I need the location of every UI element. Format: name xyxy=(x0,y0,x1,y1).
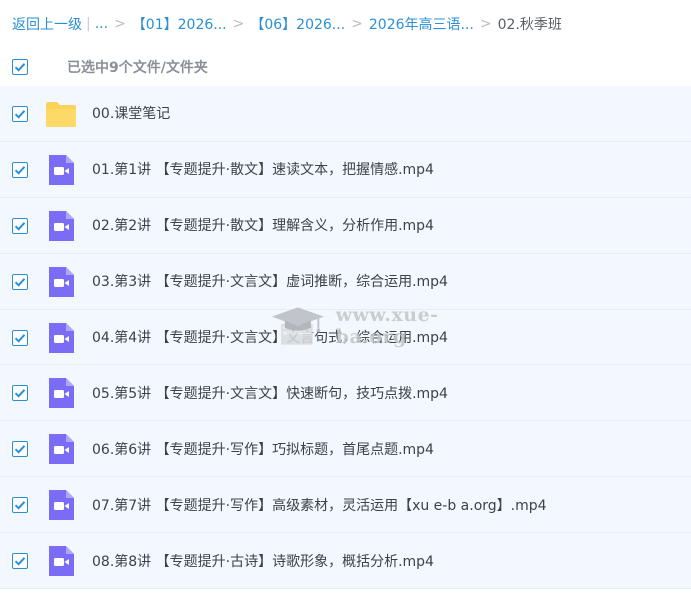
video-file-icon xyxy=(49,378,74,409)
list-item[interactable]: 04.第4讲 【专题提升·文言文】文言句式，综合运用.mp4 xyxy=(0,309,691,366)
list-item[interactable]: 03.第3讲 【专题提升·文言文】虚词推断，综合运用.mp4 xyxy=(0,253,691,310)
video-file-icon xyxy=(49,322,74,353)
checkmark-icon xyxy=(14,277,26,287)
list-item[interactable]: 08.第8讲 【专题提升·古诗】诗歌形象，概括分析.mp4 xyxy=(0,533,691,590)
file-name[interactable]: 01.第1讲 【专题提升·散文】速读文本，把握情感.mp4 xyxy=(92,159,434,179)
folder-icon xyxy=(46,102,76,127)
breadcrumb-current: 02.秋季班 xyxy=(497,17,562,33)
breadcrumb-pipe: | xyxy=(86,16,91,32)
row-checkbox[interactable] xyxy=(12,161,28,178)
back-link[interactable]: 返回上一级 xyxy=(12,14,82,34)
breadcrumb-item[interactable]: 2026年高三语... xyxy=(369,14,474,34)
row-checkbox[interactable] xyxy=(12,273,28,290)
list-item[interactable]: 06.第6讲 【专题提升·写作】巧拟标题，首尾点题.mp4 xyxy=(0,421,691,478)
selection-count-text: 已选中9个文件/文件夹 xyxy=(67,60,208,76)
row-checkbox[interactable] xyxy=(12,106,28,122)
checkmark-icon xyxy=(14,221,26,231)
video-file-icon xyxy=(49,210,74,241)
row-checkbox[interactable] xyxy=(12,217,28,234)
file-name[interactable]: 08.第8讲 【专题提升·古诗】诗歌形象，概括分析.mp4 xyxy=(92,551,434,571)
list-item[interactable]: 01.第1讲 【专题提升·散文】速读文本，把握情感.mp4 xyxy=(0,141,691,198)
file-name[interactable]: 00.课堂笔记 xyxy=(92,103,170,123)
video-file-icon xyxy=(49,434,74,465)
row-checkbox[interactable] xyxy=(12,441,28,458)
row-checkbox[interactable] xyxy=(12,329,28,346)
checkmark-icon xyxy=(14,333,26,343)
breadcrumb-ellipsis[interactable]: ... xyxy=(95,16,108,32)
breadcrumb-separator: > xyxy=(479,16,492,32)
file-name[interactable]: 03.第3讲 【专题提升·文言文】虚词推断，综合运用.mp4 xyxy=(92,271,448,291)
file-name[interactable]: 02.第2讲 【专题提升·散文】理解含义，分析作用.mp4 xyxy=(92,215,434,235)
breadcrumb-separator: > xyxy=(351,16,363,32)
list-item[interactable]: 05.第5讲 【专题提升·文言文】快速断句，技巧点拨.mp4 xyxy=(0,365,691,422)
file-name[interactable]: 05.第5讲 【专题提升·文言文】快速断句，技巧点拨.mp4 xyxy=(92,383,448,403)
video-file-icon xyxy=(49,490,74,521)
video-file-icon xyxy=(49,546,74,577)
checkmark-icon xyxy=(14,557,26,566)
select-all-checkbox[interactable] xyxy=(12,59,28,75)
file-name[interactable]: 04.第4讲 【专题提升·文言文】文言句式，综合运用.mp4 xyxy=(92,327,448,347)
breadcrumb-separator: > xyxy=(232,16,245,32)
file-name[interactable]: 07.第7讲 【专题提升·写作】高级素材，灵活运用【xu e-b a.org】.… xyxy=(92,495,547,515)
video-file-icon xyxy=(49,266,74,297)
checkmark-icon xyxy=(14,110,26,119)
row-checkbox[interactable] xyxy=(12,497,28,514)
checkmark-icon xyxy=(14,445,26,454)
video-file-icon xyxy=(49,154,74,185)
breadcrumb-item[interactable]: 【01】2026... xyxy=(132,14,227,34)
breadcrumb-item[interactable]: 【06】2026... xyxy=(250,14,345,34)
file-name[interactable]: 06.第6讲 【专题提升·写作】巧拟标题，首尾点题.mp4 xyxy=(92,439,434,459)
file-list: 00.课堂笔记 01.第1讲 【专题提升·散文】速读文本，把握情感.mp4 02… xyxy=(0,86,691,590)
checkmark-icon xyxy=(14,63,26,72)
row-checkbox[interactable] xyxy=(12,553,28,570)
row-checkbox[interactable] xyxy=(12,385,28,402)
breadcrumb-separator: > xyxy=(114,16,126,32)
list-item[interactable]: 07.第7讲 【专题提升·写作】高级素材，灵活运用【xu e-b a.org】.… xyxy=(0,477,691,534)
list-item[interactable]: 00.课堂笔记 xyxy=(0,86,691,142)
breadcrumb: 返回上一级 | ... > 【01】2026... > 【06】2026... … xyxy=(0,0,691,48)
list-item[interactable]: 02.第2讲 【专题提升·散文】理解含义，分析作用.mp4 xyxy=(0,197,691,254)
selection-bar: 已选中9个文件/文件夹 xyxy=(0,48,691,86)
checkmark-icon xyxy=(14,166,26,175)
checkmark-icon xyxy=(14,501,26,510)
checkmark-icon xyxy=(14,389,26,399)
